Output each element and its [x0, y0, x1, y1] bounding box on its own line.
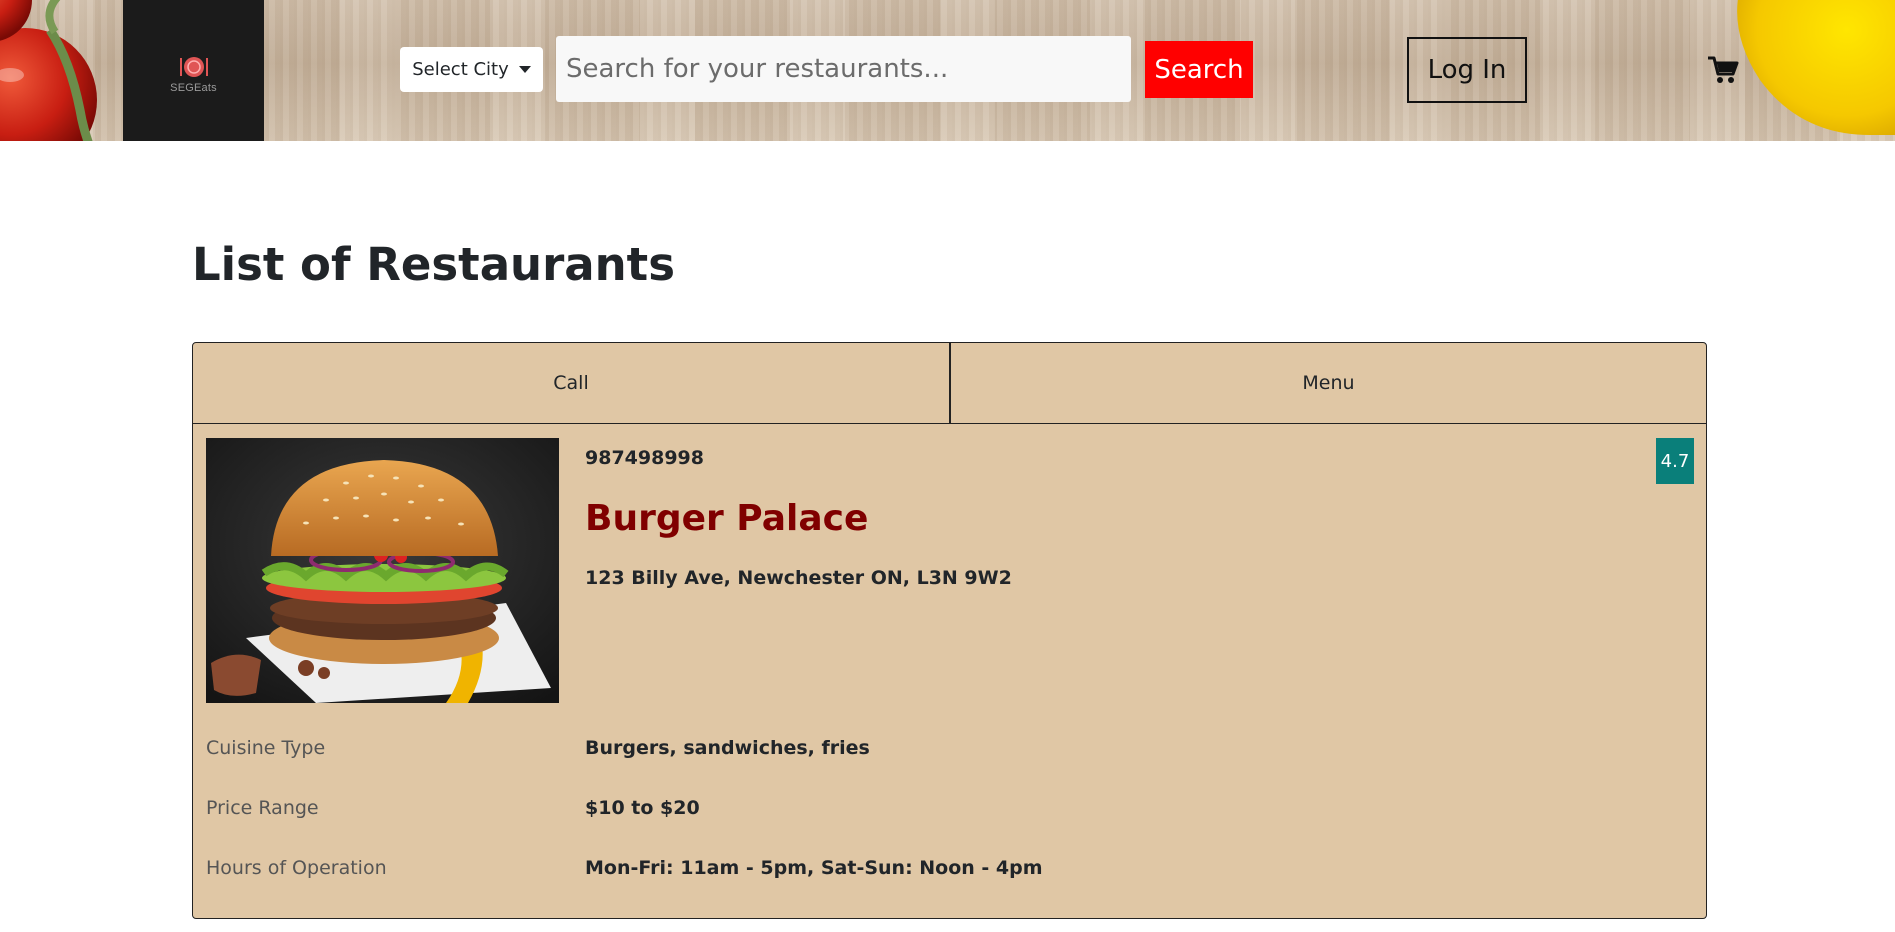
shopping-cart-icon[interactable]	[1707, 55, 1739, 85]
page-title: List of Restaurants	[192, 238, 675, 291]
restaurant-phone: 987498998	[585, 447, 704, 469]
city-select-dropdown[interactable]: Select City	[400, 47, 543, 92]
cuisine-type-value: Burgers, sandwiches, fries	[585, 737, 870, 759]
login-button[interactable]: Log In	[1407, 37, 1527, 103]
search-button[interactable]: Search	[1145, 41, 1253, 98]
site-logo[interactable]: SEGEats	[123, 0, 264, 141]
rating-badge: 4.7	[1656, 438, 1694, 484]
restaurant-name[interactable]: Burger Palace	[585, 498, 868, 539]
price-range-label: Price Range	[206, 797, 319, 819]
hours-value: Mon-Fri: 11am - 5pm, Sat-Sun: Noon - 4pm	[585, 857, 1043, 879]
caret-down-icon	[518, 66, 531, 73]
price-range-value: $10 to $20	[585, 797, 700, 819]
city-select-label: Select City	[412, 59, 509, 80]
restaurant-card: Call Menu 987498998 Burger Palace 123 Bi…	[192, 342, 1707, 919]
restaurant-address: 123 Billy Ave, Newchester ON, L3N 9W2	[585, 567, 1012, 589]
logo-text: SEGEats	[170, 81, 217, 94]
plate-icon	[179, 56, 208, 77]
cuisine-type-label: Cuisine Type	[206, 737, 326, 759]
call-tab[interactable]: Call	[193, 343, 951, 424]
menu-tab[interactable]: Menu	[951, 343, 1706, 424]
burger-image	[206, 438, 559, 703]
site-header: SEGEats Select City Search Log In	[0, 0, 1895, 141]
hours-label: Hours of Operation	[206, 857, 387, 879]
search-input[interactable]	[556, 36, 1131, 102]
